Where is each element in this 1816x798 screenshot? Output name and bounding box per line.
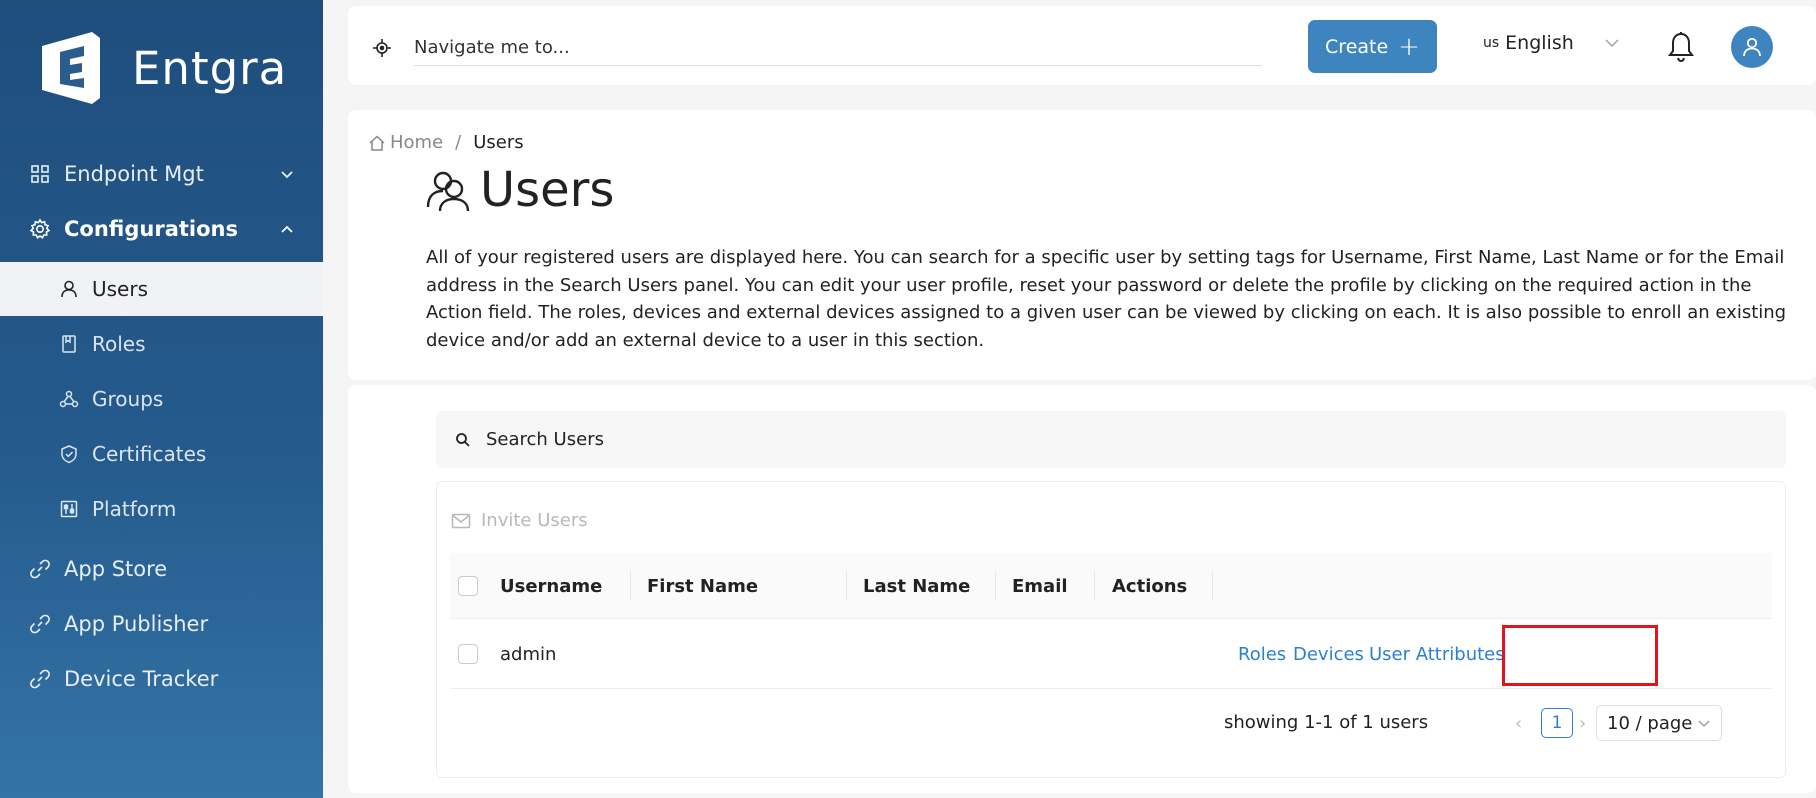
sidebar-item-label: Configurations [64,217,238,241]
breadcrumb-separator: / [455,132,462,153]
prev-page-icon[interactable]: ‹ [1515,713,1529,734]
select-all-checkbox[interactable] [458,576,478,596]
sidebar-item-users[interactable]: Users [0,262,323,316]
sidebar-item-label: App Store [64,557,168,581]
home-icon [369,134,385,151]
chevron-up-icon [281,225,293,233]
users-content: Invite Users Username First Name Last Na… [348,385,1816,793]
bell-icon[interactable] [1666,30,1696,64]
create-button-label: Create [1325,35,1389,58]
sidebar-item-label: Roles [92,332,146,356]
page-title: Users [426,162,614,218]
bookmark-icon [58,333,80,355]
breadcrumb-current: Users [473,132,524,153]
cell-username: admin [500,643,557,665]
chevron-down-icon [1698,720,1710,727]
search-icon [456,432,470,447]
sidebar-item-device-tracker[interactable]: Device Tracker [0,651,323,707]
row-checkbox[interactable] [458,644,478,664]
pagination-summary: showing 1-1 of 1 users [1224,711,1429,733]
breadcrumb-home[interactable]: Home [368,132,443,153]
brand-name: Entgra [132,41,288,95]
plus-icon: + [1398,31,1420,62]
column-divider [630,571,631,601]
navigate-input[interactable] [414,30,1262,66]
column-first-name[interactable]: First Name [647,553,758,619]
page-size-label: 10 / page [1607,712,1693,734]
column-email[interactable]: Email [1012,553,1068,619]
invite-users-label: Invite Users [481,510,588,531]
language-select[interactable]: us English [1483,32,1622,54]
shield-icon [58,443,80,465]
column-divider [995,571,996,601]
language-label: English [1505,32,1574,54]
grid-icon [28,162,52,186]
sidebar-item-groups[interactable]: Groups [0,372,323,426]
sidebar-item-label: Users [92,277,149,301]
language-code: us [1483,35,1500,51]
create-button[interactable]: Create + [1308,20,1437,73]
sidebar-item-endpoint-mgt[interactable]: Endpoint Mgt [0,146,323,202]
users-icon [426,171,470,212]
table-row: admin Roles Devices User Attributes [450,619,1772,689]
sliders-icon [58,498,80,520]
column-divider [1212,571,1213,601]
sidebar-item-certificates[interactable]: Certificates [0,427,323,481]
users-table: Invite Users Username First Name Last Na… [436,481,1786,778]
page-size-select[interactable]: 10 / page [1596,705,1722,741]
gear-icon [28,217,52,241]
user-icon [1743,37,1761,57]
link-icon [28,667,52,691]
chevron-down-icon [281,171,293,179]
page-1-button[interactable]: 1 [1541,708,1573,738]
navigate-search [372,30,1262,66]
devices-link[interactable]: Devices [1293,619,1364,689]
column-last-name[interactable]: Last Name [863,553,970,619]
sidebar-item-platform[interactable]: Platform [0,482,323,536]
brand-logo[interactable]: Entgra [34,28,287,108]
page-header: Home / Users Users All of your registere… [348,110,1816,380]
sidebar-item-app-publisher[interactable]: App Publisher [0,596,323,652]
next-page-icon[interactable]: › [1579,713,1593,734]
avatar[interactable] [1731,26,1773,68]
sidebar-item-label: Platform [92,497,177,521]
column-username[interactable]: Username [500,553,602,619]
search-users-input[interactable] [486,429,1686,450]
link-icon [28,557,52,581]
entgra-logo-icon [42,32,100,104]
sidebar-item-roles[interactable]: Roles [0,317,323,371]
column-divider [846,571,847,601]
sidebar-item-label: App Publisher [64,612,209,636]
invite-users-button[interactable]: Invite Users [451,510,588,531]
roles-link[interactable]: Roles [1238,619,1286,689]
search-users-bar [436,411,1786,468]
sidebar-item-configurations[interactable]: Configurations [0,201,323,257]
breadcrumb-home-label: Home [390,132,444,153]
page-title-text: Users [480,162,615,218]
groups-icon [58,388,80,410]
crosshair-icon [373,39,391,57]
sidebar-item-label: Groups [92,387,164,411]
column-divider [1094,571,1095,601]
sidebar-item-label: Certificates [92,442,207,466]
top-header: Create + us English [348,6,1816,85]
user-attributes-link[interactable]: User Attributes [1369,619,1505,689]
mail-icon [451,513,471,528]
sidebar-item-label: Device Tracker [64,667,219,691]
sidebar-item-app-store[interactable]: App Store [0,541,323,597]
user-icon [58,278,80,300]
chevron-down-icon [1605,39,1619,48]
sidebar: Entgra Endpoint Mgt Configurations Users… [0,0,323,798]
sidebar-item-label: Endpoint Mgt [64,162,204,186]
page-description: All of your registered users are display… [426,247,1787,351]
table-header: Username First Name Last Name Email Acti… [450,553,1772,619]
breadcrumb: Home / Users [368,132,524,153]
link-icon [28,612,52,636]
column-actions[interactable]: Actions [1112,553,1187,619]
